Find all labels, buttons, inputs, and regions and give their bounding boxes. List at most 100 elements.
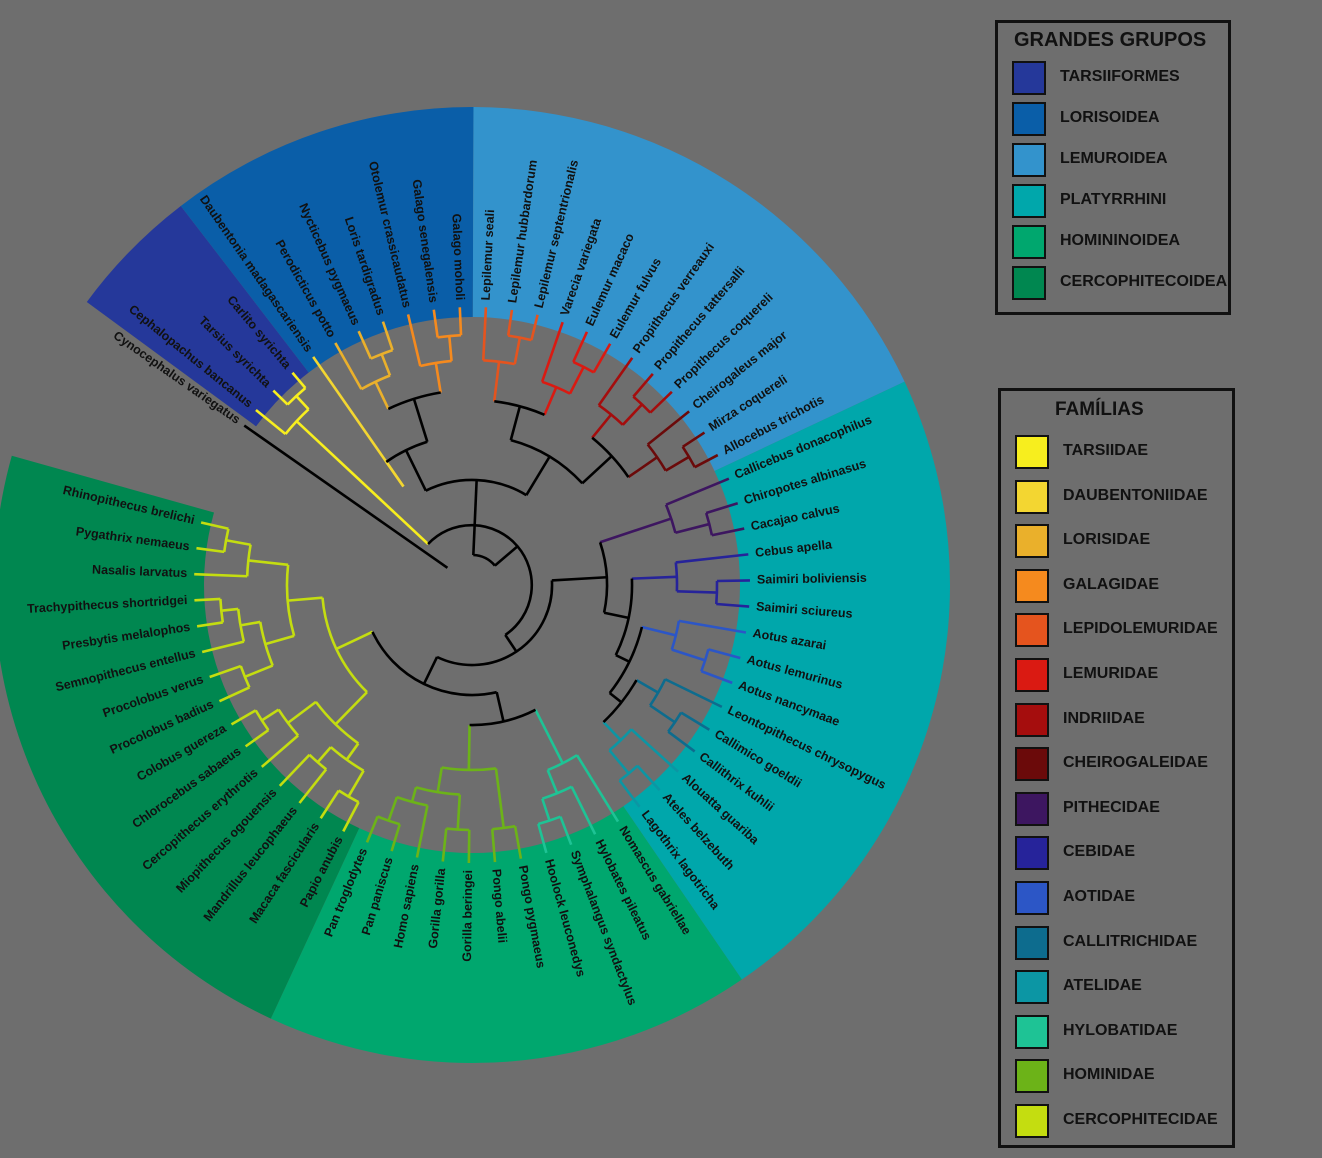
tree-branch <box>546 769 559 794</box>
tree-branch <box>675 522 710 535</box>
tip-label: Saimiri boliviensis <box>757 571 867 587</box>
tree-branch <box>347 770 365 798</box>
tree-branch <box>219 598 225 623</box>
tree-branch <box>494 545 519 567</box>
legend-label: LEMUROIDEA <box>1060 150 1168 167</box>
tree-branch <box>412 398 429 443</box>
families-legend: FAMÍLIAS TARSIIDAE DAUBENTONIIDAE LORISIDA… <box>998 388 1235 1148</box>
tree-branch <box>298 768 328 804</box>
tree-branch <box>513 337 522 365</box>
legend-swatch <box>1015 524 1049 559</box>
tree-branch <box>635 678 659 694</box>
tree-branch <box>543 386 558 416</box>
legend-label: AOTIDAE <box>1063 888 1135 905</box>
tree-branch <box>458 307 463 336</box>
tip-label: Gorilla beringei <box>460 870 475 962</box>
tree-branch <box>547 754 578 772</box>
legend-swatch <box>1015 970 1049 1005</box>
tree-branch <box>667 711 683 733</box>
tree-branch <box>591 413 613 439</box>
tree-branch <box>597 357 634 406</box>
tree-branch <box>278 753 311 787</box>
legend-label: HOMINIDAE <box>1063 1066 1155 1084</box>
legend-label: TARSIIDAE <box>1063 442 1149 459</box>
tree-branch <box>641 625 677 637</box>
legend-label: CERCOPHITECIDAE <box>1063 1111 1218 1128</box>
legend-swatch <box>1015 568 1049 603</box>
tree-branch <box>244 664 274 679</box>
tree-branch <box>674 562 679 592</box>
legend-label: LORISIDAE <box>1063 531 1151 549</box>
legend-label: HOMININOIDEA <box>1060 232 1180 249</box>
tree-branch <box>194 597 221 602</box>
tree-branch <box>295 395 310 411</box>
tree-branch <box>504 634 518 653</box>
legend-label: DAUBENTONIIDAE <box>1063 486 1208 504</box>
tree-branch <box>715 580 719 605</box>
tree-branch <box>287 596 323 602</box>
tree-branch <box>570 786 597 835</box>
tree-branch <box>248 559 289 567</box>
legend-label: GALAGIDAE <box>1063 575 1159 593</box>
tree-branch <box>410 787 418 803</box>
tree-branch <box>568 366 585 395</box>
legend-swatch <box>1012 102 1046 136</box>
tree-branch <box>295 420 430 545</box>
legend-swatch <box>1015 925 1049 960</box>
tree-branch <box>360 374 391 391</box>
legend-swatch <box>1015 479 1049 514</box>
tree-branch <box>534 709 564 764</box>
legend-swatch <box>1015 435 1049 469</box>
tree-branch <box>345 742 360 761</box>
legend-swatch <box>1015 613 1049 648</box>
tree-branch <box>602 721 622 742</box>
tree-branch <box>598 404 624 426</box>
tree-branch <box>380 353 392 376</box>
tree-branch <box>541 798 551 821</box>
tree-branch <box>240 620 261 627</box>
legend-label: ATELIDAE <box>1063 977 1142 995</box>
tree-branch <box>456 794 462 830</box>
tree-branch <box>665 455 690 472</box>
legend-label: CALLITRICHIDAE <box>1063 932 1198 950</box>
tree-branch <box>316 746 332 764</box>
tree-branch <box>287 700 317 724</box>
tree-branch <box>621 403 643 426</box>
legend-swatch <box>1012 266 1046 300</box>
tree-branch <box>540 321 564 383</box>
tree-branch <box>646 443 667 472</box>
tree-branch <box>436 580 554 667</box>
tree-branch <box>404 449 427 492</box>
legend-label: TARSIIFORMES <box>1060 68 1180 85</box>
legend-label: LEMURIDAE <box>1063 665 1159 682</box>
tree-branch <box>221 607 239 612</box>
legend-swatch <box>1015 702 1049 737</box>
legend-swatch <box>1015 1104 1049 1138</box>
tree-branch <box>541 380 571 395</box>
tree-branch <box>255 409 287 435</box>
tree-branch <box>665 477 730 506</box>
tree-branch <box>664 678 723 709</box>
tree-branch <box>681 446 696 468</box>
tree-branch <box>675 553 749 564</box>
legend-swatch <box>1012 61 1046 95</box>
legend-label: PITHECIDAE <box>1063 798 1160 816</box>
legend-label: PLATYRRHINI <box>1060 191 1167 208</box>
tree-branch <box>599 517 672 544</box>
tree-branch <box>494 768 505 829</box>
tree-branch <box>427 523 534 636</box>
tree-branch <box>434 362 442 393</box>
tree-branch <box>261 708 280 722</box>
tree-branch <box>649 678 667 707</box>
legend-label: LEPIDOLEMURIDAE <box>1063 620 1218 638</box>
tree-branch <box>627 456 658 479</box>
tree-branch <box>374 381 390 410</box>
groups-legend: GRANDES GRUPOS TARSIIFORMES LORISOIDEA LEM… <box>995 20 1231 315</box>
tree-branch <box>264 634 295 646</box>
tree-branch <box>329 746 365 772</box>
legend-swatch <box>1015 1014 1049 1049</box>
legend-label: CHEIROGALEIDAE <box>1063 754 1208 772</box>
tree-branch <box>437 333 462 339</box>
legend-swatch <box>1015 791 1049 826</box>
legend-swatch <box>1015 658 1049 692</box>
